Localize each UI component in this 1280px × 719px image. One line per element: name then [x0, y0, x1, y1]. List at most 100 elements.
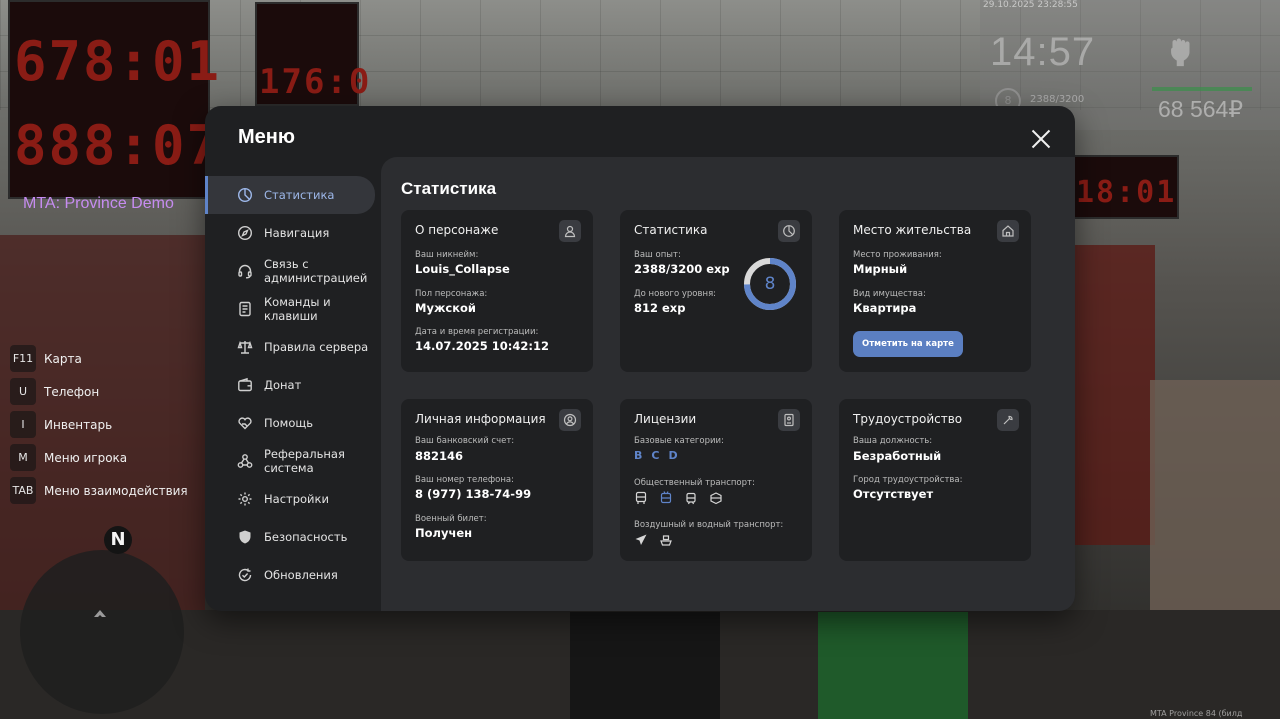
scales-icon	[237, 340, 253, 354]
sidebar-item-referral[interactable]: Реферальная система	[205, 442, 381, 480]
work-city-value: Отсутствует	[853, 487, 934, 501]
sidebar-item-settings[interactable]: Настройки	[205, 480, 381, 518]
compass-icon	[237, 225, 253, 241]
military-label: Военный билет:	[415, 514, 487, 524]
led-board-right: 18:01	[1070, 155, 1179, 219]
phone-value: 8 (977) 138-74-99	[415, 487, 532, 501]
headset-icon	[238, 264, 252, 279]
card-character: О персонаже Ваш никнейм: Louis_Collapse …	[401, 210, 593, 372]
sidebar-item-updates[interactable]: Обновления	[205, 556, 381, 594]
led-board-mid: 176:0	[255, 2, 369, 106]
sidebar-item-donate[interactable]: Донат	[205, 366, 381, 404]
sidebar-item-statistics[interactable]: Статистика	[205, 176, 375, 214]
keybind-key: U	[10, 378, 36, 405]
military-value: Получен	[415, 526, 473, 540]
mark-on-map-button[interactable]: Отметить на карте	[853, 331, 963, 357]
keybind-hints: F11 Карта U Телефон I Инвентарь M Меню и…	[10, 345, 188, 510]
card-licenses: Лицензии Базовые категории: B C D Общест…	[620, 399, 812, 561]
license-category: C	[651, 449, 660, 462]
document-icon	[239, 301, 251, 317]
player-character	[570, 612, 720, 719]
registration-label: Дата и время регистрации:	[415, 327, 539, 337]
minimap[interactable]	[20, 550, 184, 714]
shield-icon	[239, 530, 251, 544]
card-employment: Трудоустройство Ваша должность: Безработ…	[839, 399, 1031, 561]
sidebar-item-label: Реферальная система	[264, 447, 345, 475]
sidebar-item-label: Обновления	[264, 568, 338, 582]
keybind-key: TAB	[10, 477, 36, 504]
sidebar-item-admin-contact[interactable]: Связь с администрацией	[205, 252, 381, 290]
sidebar-item-label: Статистика	[264, 188, 335, 202]
keybind-row: F11 Карта	[10, 345, 188, 372]
license-category: B	[634, 449, 643, 462]
pie-chart-icon	[237, 187, 253, 203]
pie-chart-icon	[778, 220, 800, 242]
gender-value: Мужской	[415, 301, 476, 315]
air-water-transport-label: Воздушный и водный транспорт:	[634, 520, 784, 530]
sidebar-item-label: Правила сервера	[264, 340, 369, 354]
place-label: Место проживания:	[853, 250, 942, 260]
keybind-label: Карта	[44, 351, 82, 366]
tram-icon	[686, 492, 696, 505]
referral-nodes-icon	[237, 454, 253, 468]
card-title: Лицензии	[634, 412, 697, 426]
keybind-key: I	[10, 411, 36, 438]
place-value: Мирный	[853, 262, 908, 276]
sidebar-item-commands[interactable]: Команды и клавиши	[205, 290, 381, 328]
sidebar-item-label: Донат	[264, 378, 302, 392]
menu-title: Меню	[238, 126, 295, 148]
compass-north: N	[104, 526, 132, 554]
hud-health-bar	[1152, 87, 1252, 91]
position-label: Ваша должность:	[853, 436, 933, 446]
menu-modal: Меню Статистика Навигация Связь с админи…	[205, 106, 1075, 611]
keybind-row: U Телефон	[10, 378, 188, 405]
section-title: Статистика	[401, 179, 497, 198]
hud-exp: 2388/3200	[1030, 94, 1085, 105]
exp-value: 2388/3200 exp	[634, 262, 730, 276]
sidebar-item-help[interactable]: Помощь	[205, 404, 381, 442]
license-category: D	[668, 449, 678, 462]
next-level-value: 812 exp	[634, 301, 686, 315]
keybind-label: Телефон	[44, 384, 100, 399]
phone-label: Ваш номер телефона:	[415, 475, 514, 485]
keybind-label: Меню взаимодействия	[44, 483, 188, 498]
keybind-label: Инвентарь	[44, 417, 113, 432]
green-object	[818, 612, 968, 719]
nickname-value: Louis_Collapse	[415, 262, 510, 276]
hud-clock: 14:57	[990, 30, 1096, 74]
boat-icon	[660, 535, 672, 546]
sidebar-item-navigation[interactable]: Навигация	[205, 214, 381, 252]
heart-hand-icon	[238, 417, 252, 430]
home-icon	[997, 220, 1019, 242]
trolleybus-icon	[660, 491, 672, 504]
basic-categories: B C D	[634, 449, 678, 462]
plane-icon	[635, 534, 647, 545]
position-value: Безработный	[853, 449, 942, 463]
public-transport-label: Общественный транспорт:	[634, 478, 755, 488]
user-icon	[559, 220, 581, 242]
sidebar-item-label: Связь с администрацией	[264, 257, 368, 285]
wallet-icon	[238, 377, 252, 392]
hud-money: 68 564₽	[1158, 96, 1243, 122]
hud-build-info: MTA Province 84 (билд 6.1242.0)	[1150, 709, 1243, 719]
sidebar-item-label: Команды и клавиши	[264, 295, 331, 323]
tools-icon	[997, 409, 1019, 431]
led-text: 888:07	[14, 114, 222, 177]
metro-icon	[710, 492, 722, 505]
basic-categories-label: Базовые категории:	[634, 436, 724, 446]
sidebar-item-rules[interactable]: Правила сервера	[205, 328, 381, 366]
player-arrow-icon	[92, 608, 108, 624]
keybind-key: F11	[10, 345, 36, 372]
registration-value: 14.07.2025 10:42:12	[415, 339, 549, 353]
card-title: Трудоустройство	[853, 412, 963, 426]
exp-label: Ваш опыт:	[634, 250, 681, 260]
led-board-left: 678:01 888:07	[8, 0, 219, 199]
keybind-row: TAB Меню взаимодействия	[10, 477, 188, 504]
keybind-label: Меню игрока	[44, 450, 128, 465]
menu-sidebar: Статистика Навигация Связь с администрац…	[205, 176, 381, 594]
sidebar-item-security[interactable]: Безопасность	[205, 518, 381, 556]
sidebar-item-label: Безопасность	[264, 530, 348, 544]
close-button[interactable]	[1030, 128, 1052, 150]
card-title: Личная информация	[415, 412, 546, 426]
keybind-key: M	[10, 444, 36, 471]
